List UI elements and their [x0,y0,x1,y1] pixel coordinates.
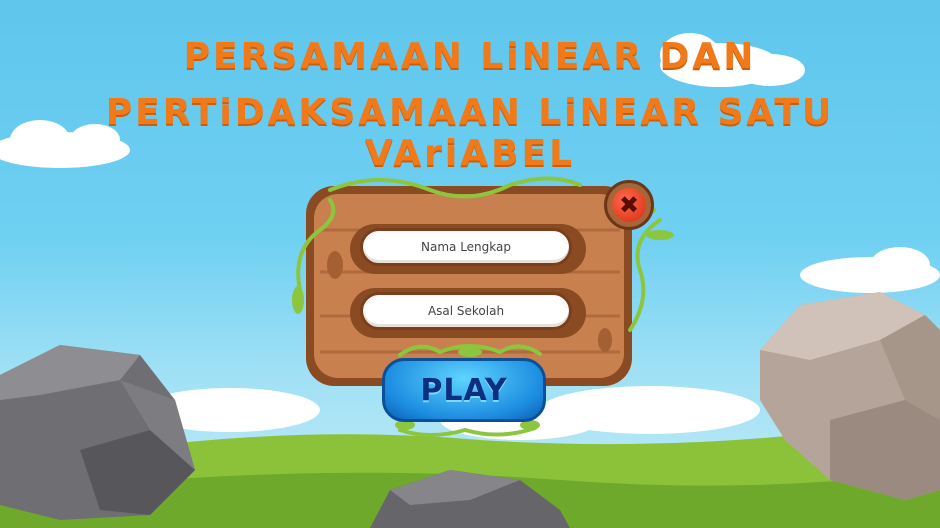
school-input[interactable]: Asal Sekolah [360,292,572,330]
close-button[interactable]: ✖ [604,180,654,230]
game-scene: PERSAMAAN LiNEAR DAN PERTiDAKSAMAAN LiNE… [0,0,940,528]
game-title-line-1: PERSAMAAN LiNEAR DAN [183,36,757,77]
play-button-label: PLAY [420,372,508,408]
play-button[interactable]: PLAY [382,358,546,422]
school-input-placeholder: Asal Sekolah [427,304,505,318]
name-input-placeholder: Nama Lengkap [421,240,511,254]
name-input[interactable]: Nama Lengkap [360,228,572,266]
close-icon: ✖ [612,188,646,222]
game-title-line-2: PERTiDAKSAMAAN LiNEAR SATU VAriABEL [105,92,835,174]
